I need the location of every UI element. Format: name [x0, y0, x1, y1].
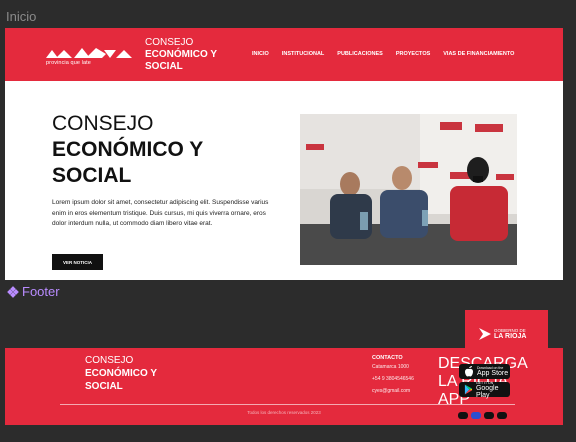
google-play-large-text: Google Play — [475, 384, 499, 399]
youtube-icon[interactable] — [497, 412, 507, 419]
logo-subtitle: provincia que late — [46, 60, 91, 66]
ver-noticia-button[interactable]: VER NOTICIA — [52, 254, 103, 270]
google-play-button[interactable]: GET IT ON Google Play — [459, 381, 510, 399]
twitter-icon[interactable] — [458, 412, 468, 419]
footer-brand-line-3: SOCIAL — [85, 381, 123, 392]
gobierno-la-rioja-badge[interactable]: GOBIERNO DE LA RIOJA — [465, 310, 548, 348]
social-links — [458, 412, 507, 419]
hero-title-line-1: CONSEJO — [52, 112, 154, 135]
frame-label-inicio: Inicio — [6, 9, 37, 24]
contact-address: Catamarca 1000 — [372, 364, 409, 370]
hero-body-text: Lorem ipsum dolor sit amet, consectetur … — [52, 199, 269, 227]
site-footer: CONSEJO ECONÓMICO Y SOCIAL CONTACTO Cata… — [5, 348, 563, 425]
gov-tab-line-2: LA RIOJA — [494, 333, 527, 340]
contact-email[interactable]: cyes@gmail.com — [372, 388, 414, 394]
hero-title: CONSEJO ECONÓMICO Y SOCIAL — [52, 111, 203, 189]
footer-brand-line-2: ECONÓMICO Y — [85, 368, 158, 379]
navbar: provincia que late CONSEJO ECONÓMICO Y S… — [5, 28, 563, 81]
contact-phone[interactable]: +54 9 3804546546 — [372, 376, 414, 382]
nav-item-publicaciones[interactable]: PUBLICACIONES — [337, 51, 383, 57]
hero-title-line-3: SOCIAL — [52, 164, 132, 187]
instagram-icon[interactable] — [484, 412, 494, 419]
nav-item-vias-de-financiamiento[interactable]: VIAS DE FINANCIAMIENTO — [443, 51, 514, 57]
brand-line-2: ECONÓMICO Y — [145, 49, 218, 60]
footer-contact: CONTACTO Catamarca 1000 +54 9 3804546546… — [372, 355, 414, 400]
component-icon — [7, 285, 19, 298]
footer-brand-line-1: CONSEJO — [85, 355, 134, 366]
frame-label-footer: Footer — [7, 284, 60, 299]
footer-brand[interactable]: CONSEJO ECONÓMICO Y SOCIAL — [85, 354, 157, 393]
nav-item-proyectos[interactable]: PROYECTOS — [396, 51, 430, 57]
app-store-button[interactable]: Download on the App Store — [459, 364, 510, 379]
nav-item-institucional[interactable]: INSTITUCIONAL — [282, 51, 324, 57]
app-store-large-text: App Store — [477, 370, 509, 377]
hero-title-line-2: ECONÓMICO Y — [52, 138, 204, 161]
header-brand[interactable]: CONSEJO ECONÓMICO Y SOCIAL — [145, 37, 217, 73]
gobierno-logo-icon — [479, 328, 491, 340]
inicio-page: provincia que late CONSEJO ECONÓMICO Y S… — [5, 28, 563, 280]
footer-divider — [60, 404, 515, 405]
contact-heading: CONTACTO — [372, 355, 403, 361]
facebook-icon[interactable] — [471, 412, 481, 419]
frame-label-footer-text: Footer — [22, 284, 60, 299]
apple-icon — [465, 366, 473, 377]
main-nav: INICIO INSTITUCIONAL PUBLICACIONES PROYE… — [252, 51, 514, 57]
hero-press-conference-photo — [300, 114, 517, 265]
brand-line-1: CONSEJO — [145, 37, 194, 48]
google-play-icon — [464, 384, 473, 395]
nav-item-inicio[interactable]: INICIO — [252, 51, 269, 57]
brand-line-3: SOCIAL — [145, 61, 183, 72]
